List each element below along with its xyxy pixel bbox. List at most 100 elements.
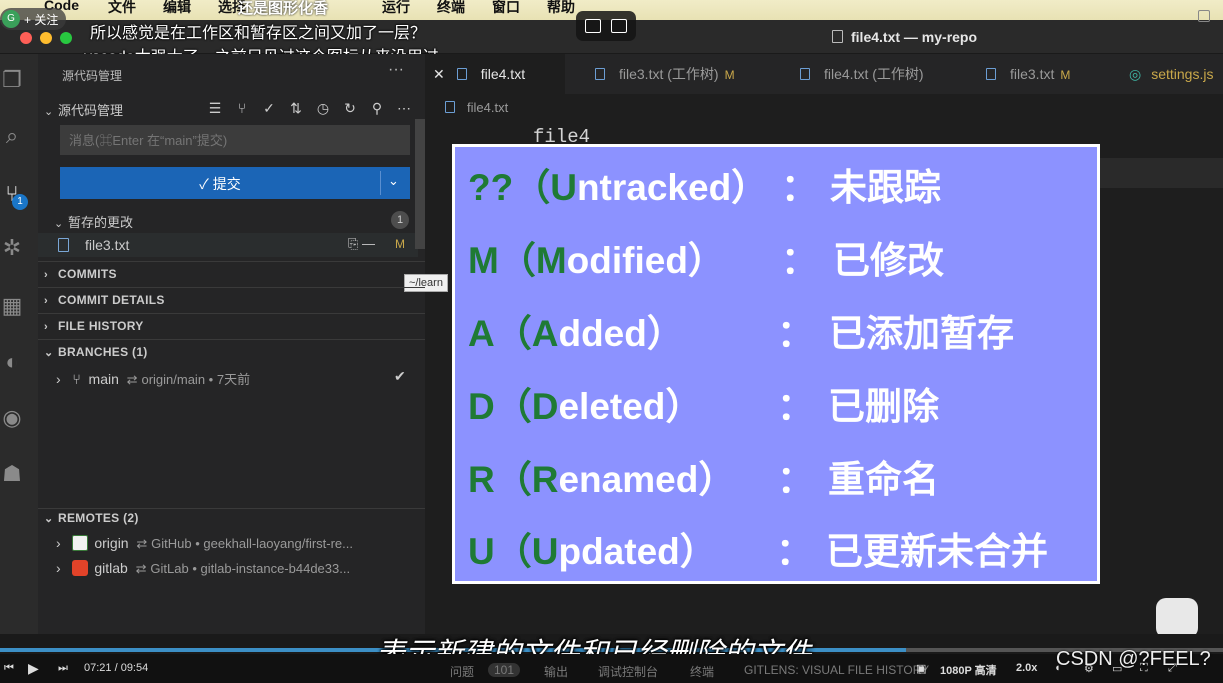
tab-file3[interactable]: file3.txt M [978,54,1108,94]
breadcrumb[interactable]: file4.txt [445,100,508,115]
tab-file4-worktree[interactable]: file4.txt (工作树) [792,54,972,94]
legend-chinese: 未跟踪 [830,167,941,208]
tab-modified-badge: M [724,68,735,82]
danmu-toggle-icon[interactable]: ▣ [916,662,926,675]
time-display: 07:21 / 09:54 [84,662,149,674]
close-tab-icon[interactable]: ✕ [433,66,445,82]
follow-button[interactable]: G + 关注 [0,8,67,30]
file-status-badge: M [395,237,405,251]
legend-row-added: A（Added） ： 已添加暂存 [468,303,1014,357]
close-window-button[interactable] [20,32,32,44]
scm-section-header[interactable]: ⌄ 源代码管理 [44,100,123,119]
remote-row-gitlab[interactable]: › gitlab ⇄ GitLab • gitlab-instance-b44d… [56,560,350,577]
source-control-badge: 1 [12,194,28,210]
previous-icon[interactable]: ⏮ [4,662,14,675]
legend-row-updated: U（Updated） ： 已更新未合并 [468,521,1048,575]
staged-changes-label: 暂存的更改 [68,215,134,230]
tab-file3-worktree[interactable]: file3.txt (工作树) M [587,54,773,94]
menu-edit[interactable]: 编辑 [163,0,191,17]
pip-controls[interactable] [576,11,636,41]
legend-paren: ） [665,386,703,427]
remote-explorer-icon[interactable]: ☗ [0,462,24,486]
quality-selector[interactable]: 1080P 高清 [940,662,997,678]
legend-initial: A [531,313,559,354]
legend-paren: （ [494,386,532,427]
menu-file[interactable]: 文件 [108,0,136,17]
github-icon[interactable]: ◉ [0,406,24,430]
menu-run[interactable]: 运行 [382,0,410,17]
history-icon[interactable]: ◷ [314,99,332,117]
popout-icon[interactable] [611,19,627,33]
speed-selector[interactable]: 2.0x [1016,662,1037,674]
remote-row-origin[interactable]: › origin ⇄ GitHub • geekhall-laoyang/fir… [56,535,353,552]
menu-terminal[interactable]: 终端 [437,0,465,17]
zoom-window-button[interactable] [60,32,72,44]
section-divider [38,313,425,314]
legend-english: odified [566,240,688,281]
menu-help[interactable]: 帮助 [547,0,575,17]
branch-graph-icon[interactable]: ⑂ [233,99,251,117]
checked-out-icon: ✔ [394,368,406,384]
legend-initial: M [535,240,567,281]
staged-count-badge: 1 [391,211,409,229]
editor-background [1100,158,1223,188]
unstage-icon[interactable]: — [362,236,375,251]
next-icon[interactable]: ⏭ [58,662,68,675]
pull-request-icon[interactable]: ⇅ [287,99,305,117]
tab-modified-badge: M [1060,68,1071,82]
tab-settings[interactable]: ◎ settings.js [1121,54,1223,94]
extensions-icon[interactable]: ▦ [0,294,24,318]
follow-label: + 关注 [24,12,59,27]
commit-details-label: COMMIT DETAILS [58,293,165,307]
legend-row-modified: M（Modified） ： 已修改 [468,230,944,284]
commit-button[interactable]: ✓ 提交 ⌄ [60,167,410,199]
legend-initial: R [531,459,559,500]
chevron-down-icon: ⌄ [54,218,64,230]
activity-bar: ❐ ⌕ ⑂ 1 ✲ ▦ ◐ ◉ ☗ [0,54,38,654]
file-history-label: FILE HISTORY [58,319,144,333]
overlay-close-icon[interactable] [1198,10,1210,22]
legend-colon: ： [777,386,814,427]
staged-changes-header[interactable]: ⌄ 暂存的更改 [54,212,133,231]
play-icon[interactable]: ▶ [28,660,39,677]
file-row-actions: ⎘ — [348,236,375,252]
branch-row-main[interactable]: › ⑂ main ⇄ origin/main • 7天前 [56,369,250,388]
commits-section-header[interactable]: › COMMITS [44,267,117,281]
danmu-1: 所以感觉是在工作区和暂存区之间又加了一层？ [90,25,427,42]
menu-window[interactable]: 窗口 [492,0,520,17]
overflow-icon[interactable]: ⋯ [395,99,413,117]
legend-paren: （ [513,167,551,208]
legend-paren: ） [646,313,684,354]
text-file-icon [800,68,810,80]
open-file-icon[interactable]: ⎘ [348,236,358,251]
breadcrumb-file: file4.txt [467,100,509,115]
commit-message-input[interactable] [60,125,410,155]
chevron-down-icon[interactable]: ⌄ [388,173,399,189]
view-as-list-icon[interactable]: ☰ [206,99,224,117]
refresh-icon[interactable]: ↻ [341,99,359,117]
merge-icon[interactable]: ⚲ [368,99,386,117]
picture-in-picture-icon[interactable] [585,19,601,33]
gitlens-icon[interactable]: ◐ [0,350,24,374]
branches-label: BRANCHES (1) [58,345,148,359]
explorer-icon[interactable]: ❐ [0,68,24,92]
search-icon[interactable]: ⌕ [0,124,24,148]
remote-provider: GitHub [151,536,192,551]
minimize-window-button[interactable] [40,32,52,44]
remotes-section-header[interactable]: ⌄ REMOTES (2) [44,511,139,525]
commit-details-section-header[interactable]: › COMMIT DETAILS [44,293,165,307]
debug-icon[interactable]: ✲ [0,236,24,260]
section-divider [38,261,425,262]
tab-label: file4.txt [480,66,526,82]
sidebar-scrollbar[interactable] [415,119,425,249]
more-actions-icon[interactable]: ··· [388,61,404,79]
bilibili-tv-icon [1156,598,1198,638]
branches-section-header[interactable]: ⌄ BRANCHES (1) [44,345,148,359]
source-control-sidebar: 源代码管理 ··· ⌄ 源代码管理 ☰ ⑂ ✓ ⇅ ◷ ↻ ⚲ ⋯ ✓ 提交 ⌄ … [38,54,448,654]
commit-check-icon[interactable]: ✓ [260,99,278,117]
editor-tabbar: ✕ file4.txt file3.txt (工作树) M file4.txt (工… [425,54,1223,94]
staged-file-row[interactable]: file3.txt ⎘ — M [38,233,418,257]
text-file-icon [58,238,69,252]
tab-file4[interactable]: ✕ file4.txt [425,54,565,94]
file-history-section-header[interactable]: › FILE HISTORY [44,319,144,333]
